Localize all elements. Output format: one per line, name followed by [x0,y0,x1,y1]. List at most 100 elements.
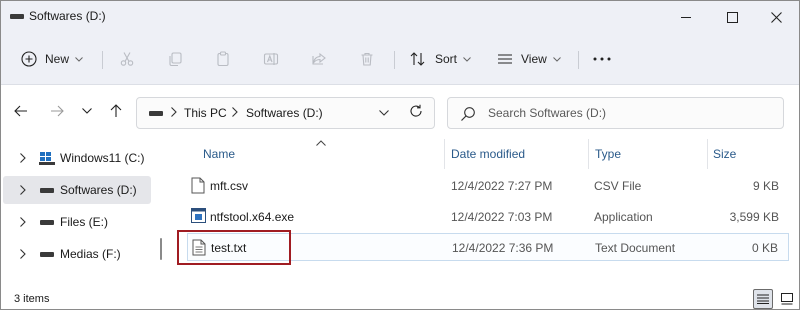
scissors-icon [120,52,134,66]
drive-icon [40,220,54,225]
sidebar-item-softwares[interactable]: Softwares (D:) [3,176,151,204]
column-header-size[interactable]: Size [713,147,736,161]
chevron-right-icon [20,185,26,195]
copy-icon [169,52,182,67]
sidebar-item-label: Softwares (D:) [60,183,137,197]
sidebar-item-windows11[interactable]: Windows11 (C:) [3,144,151,172]
large-icons-view-button[interactable] [777,289,797,309]
breadcrumb-this-pc[interactable]: This PC [184,106,227,120]
navigation-row: This PC Softwares (D:) Search Softwares … [1,85,799,137]
search-input[interactable]: Search Softwares (D:) [488,106,606,120]
chevron-down-icon [463,56,471,62]
column-header-name[interactable]: Name [203,147,235,161]
sidebar-item-label: Files (E:) [60,215,108,229]
chevron-right-icon [20,153,26,163]
chevron-down-icon [75,56,83,62]
sidebar-scrollbar[interactable] [160,238,162,260]
sidebar-item-files[interactable]: Files (E:) [3,208,151,236]
item-count: 3 items [14,293,50,305]
recent-locations-button[interactable] [77,101,97,121]
sort-ascending-icon [316,140,326,146]
sidebar-item-label: Windows11 (C:) [60,151,145,165]
share-button[interactable] [309,49,329,69]
up-button[interactable] [106,101,126,121]
search-box[interactable]: Search Softwares (D:) [447,97,784,129]
rename-button[interactable] [261,49,281,69]
file-size: 0 KB [751,241,778,255]
search-icon [461,107,475,121]
view-button[interactable]: View [497,43,561,75]
chevron-right-icon [171,107,177,117]
cut-button[interactable] [117,49,137,69]
address-bar[interactable]: This PC Softwares (D:) [136,97,435,129]
divider [394,51,395,69]
copy-button[interactable] [165,49,185,69]
navigation-pane: Windows11 (C:) Softwares (D:) Files (E:)… [1,137,169,287]
delete-button[interactable] [357,49,377,69]
chevron-right-icon [20,217,26,227]
column-header-date[interactable]: Date modified [451,147,525,161]
drive-icon [10,14,24,19]
refresh-icon [410,104,422,117]
maximize-button[interactable] [709,1,755,33]
drive-icon [149,111,163,116]
annotation-highlight-box [177,230,291,265]
view-label: View [521,52,547,66]
more-icon [593,57,611,61]
exe-file-icon [191,208,206,223]
status-bar: 3 items [1,287,799,309]
column-divider[interactable] [444,139,445,169]
window-title: Softwares (D:) [29,9,106,23]
divider [102,51,103,69]
file-type: Application [594,210,653,224]
minimize-button[interactable] [663,1,709,33]
close-button[interactable] [753,1,799,33]
column-header-type[interactable]: Type [595,147,621,161]
title-bar: Softwares (D:) [1,1,799,33]
refresh-button[interactable] [406,101,426,121]
address-history-chevron-icon[interactable] [379,110,389,116]
sort-icon [410,52,425,66]
column-divider[interactable] [588,139,589,169]
new-label: New [45,52,70,66]
file-size: 3,599 KB [729,210,779,224]
view-list-icon [498,54,512,64]
chevron-right-icon [232,107,238,117]
windows-drive-icon [39,152,55,165]
arrow-left-icon [14,105,27,117]
tiles-view-icon [781,293,793,305]
command-bar: New Sort View [1,33,799,85]
sort-button[interactable]: Sort [409,43,471,75]
new-button[interactable]: New [21,43,83,75]
trash-icon [361,52,373,66]
file-type: Text Document [595,241,676,255]
divider [578,51,579,69]
chevron-down-icon [552,56,561,62]
arrow-right-icon [51,105,64,117]
file-size: 9 KB [752,179,779,193]
drive-icon [40,252,54,257]
chevron-down-icon [82,108,92,114]
arrow-up-icon [110,104,122,117]
file-date: 12/4/2022 7:27 PM [451,179,553,193]
file-name: ntfstool.x64.exe [210,210,295,224]
file-date: 12/4/2022 7:03 PM [451,210,553,224]
table-row[interactable]: ntfstool.x64.exe 12/4/2022 7:03 PM Appli… [187,203,789,231]
table-row[interactable]: mft.csv 12/4/2022 7:27 PM CSV File 9 KB [187,172,789,200]
paste-button[interactable] [213,49,233,69]
drive-icon [40,188,54,193]
more-options-button[interactable] [593,43,611,75]
forward-button[interactable] [47,101,67,121]
chevron-right-icon [20,249,26,259]
file-type: CSV File [594,179,642,193]
breadcrumb-softwares[interactable]: Softwares (D:) [246,106,323,120]
share-icon [312,52,326,65]
close-icon [770,11,782,23]
sidebar-item-medias[interactable]: Medias (F:) [3,240,151,268]
clipboard-icon [217,51,229,67]
details-view-button[interactable] [753,289,773,309]
back-button[interactable] [11,101,31,121]
plus-circle-icon [21,51,37,67]
column-divider[interactable] [707,139,708,169]
rename-icon [263,53,279,65]
